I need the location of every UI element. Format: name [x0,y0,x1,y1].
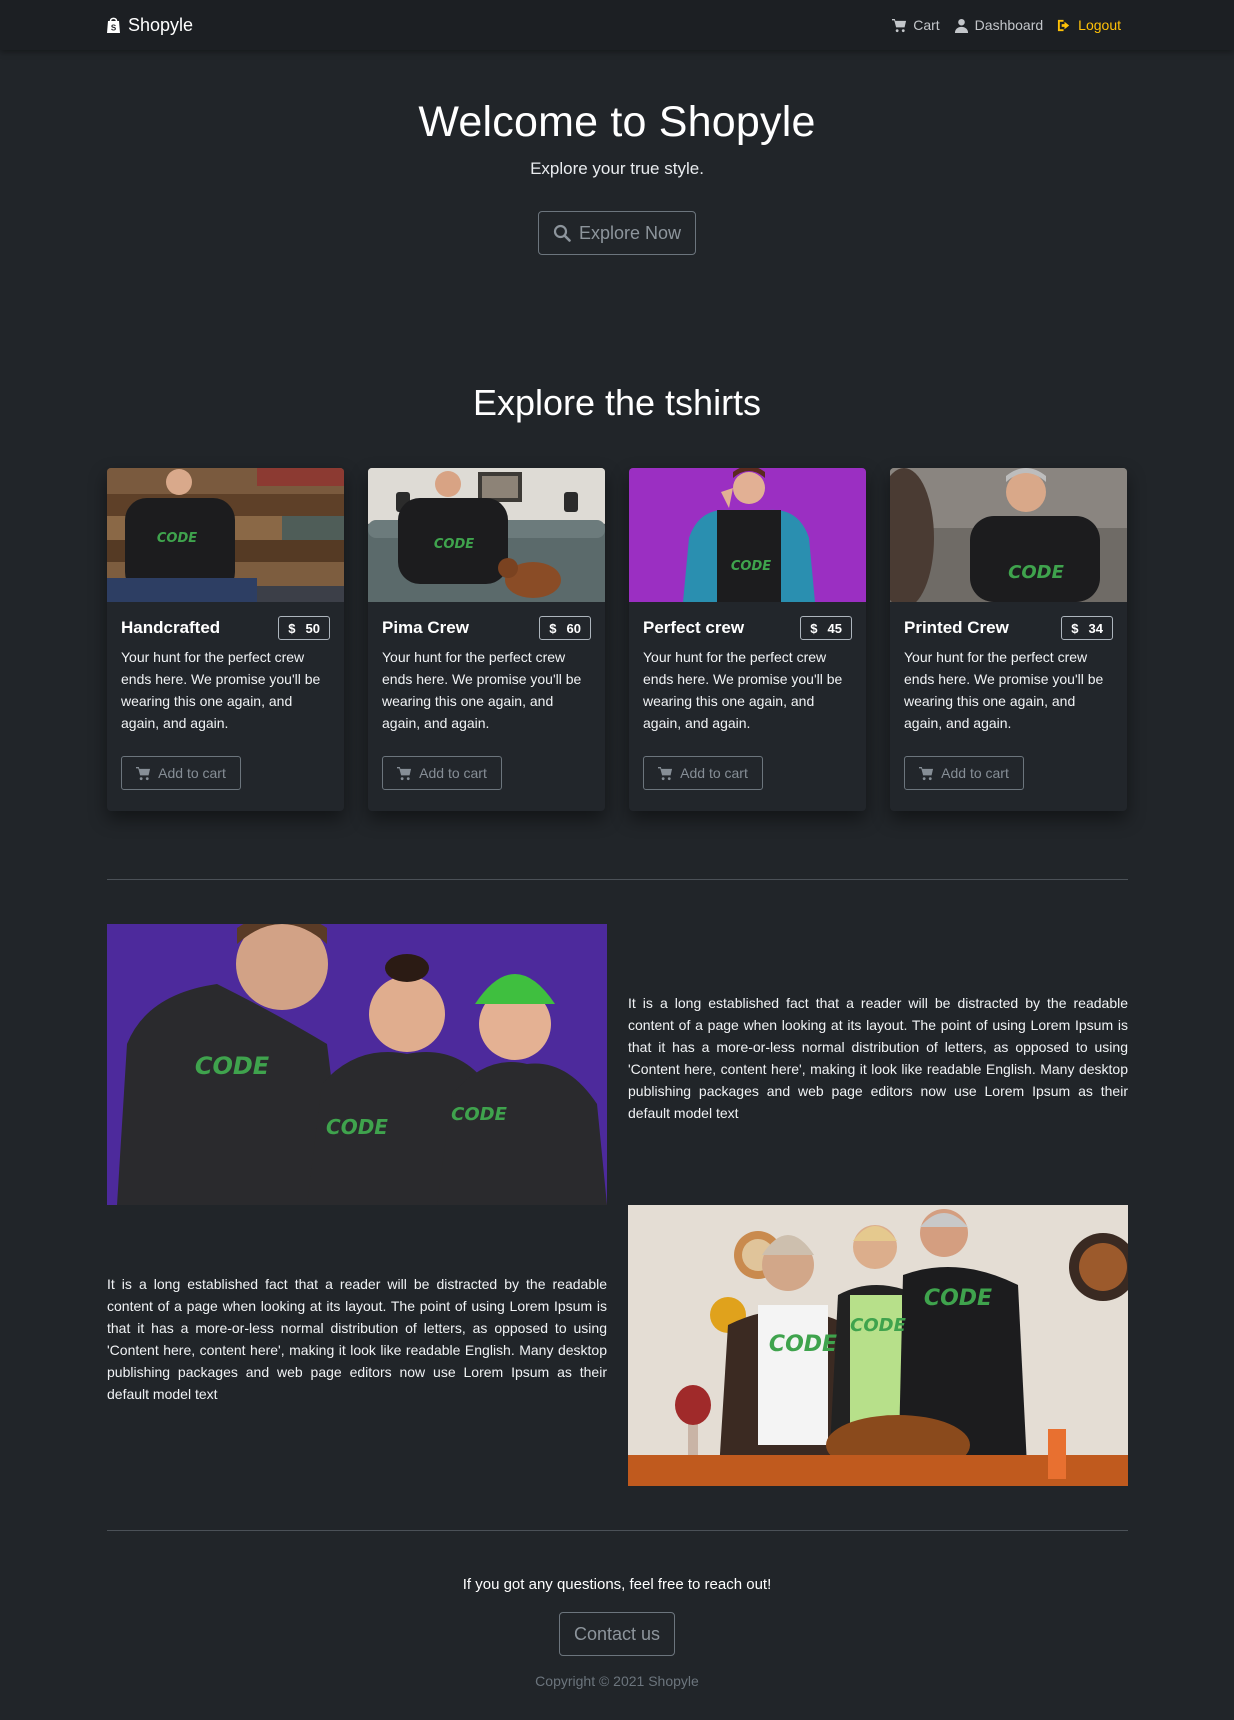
svg-text:CODE: CODE [1008,562,1064,583]
brand-link[interactable]: S Shopyle [106,14,193,36]
nav-dashboard-link[interactable]: Dashboard [954,17,1044,33]
price-currency: $ [549,620,557,636]
shopping-bag-icon: S [107,17,120,33]
add-to-cart-button[interactable]: Add to cart [382,756,502,790]
add-to-cart-label: Add to cart [419,765,487,781]
price-badge: $ 50 [278,616,330,640]
explore-now-label: Explore Now [578,222,682,243]
price-value: 45 [827,620,842,636]
products-section-title: Explore the tshirts [472,382,762,423]
hero-title: Welcome to Shopyle [418,98,816,146]
product-name: Handcrafted [121,618,221,637]
product-description: Your hunt for the perfect crew ends here… [643,649,843,731]
cart-icon [892,18,907,32]
product-description: Your hunt for the perfect crew ends here… [121,649,321,731]
nav-links: Cart Dashboard Logout [892,15,1121,35]
add-to-cart-button[interactable]: Add to cart [121,756,241,790]
product-card: CODE Pima Crew $ 60 Your hunt for the pe… [368,468,605,811]
divider [107,1530,1128,1531]
cart-icon [658,766,673,780]
cart-icon [919,766,934,780]
feature-image-hoodies: CODE CODE CODE [107,924,607,1205]
explore-now-button[interactable]: Explore Now [538,211,696,255]
svg-text:CODE: CODE [434,537,474,552]
svg-text:CODE: CODE [157,531,197,546]
svg-text:CODE: CODE [451,1104,507,1125]
feature-text-1: It is a long established fact that a rea… [628,995,1128,1121]
price-badge: $ 60 [539,616,591,640]
feature-image-family: CODE CODE CODE [628,1205,1128,1486]
cart-icon [136,766,151,780]
add-to-cart-button[interactable]: Add to cart [904,756,1024,790]
copyright-text: Copyright © 2021 Shopyle [535,1673,699,1689]
nav-cart-link[interactable]: Cart [892,17,940,33]
product-image: CODE [107,468,344,602]
hero-subtitle: Explore your true style. [530,159,704,178]
svg-text:CODE: CODE [731,559,771,574]
product-description: Your hunt for the perfect crew ends here… [904,649,1104,731]
add-to-cart-label: Add to cart [680,765,748,781]
svg-text:CODE: CODE [850,1315,906,1336]
search-icon [553,224,571,242]
product-image: CODE [368,468,605,602]
user-icon [954,18,968,33]
svg-text:CODE: CODE [769,1332,837,1357]
product-card: CODE Handcrafted $ 50 Your hunt for the … [107,468,344,811]
price-value: 50 [305,620,320,636]
price-badge: $ 34 [1061,616,1113,640]
product-name: Pima Crew [382,618,469,637]
price-value: 34 [1088,620,1103,636]
price-value: 60 [566,620,581,636]
add-to-cart-button[interactable]: Add to cart [643,756,763,790]
nav-logout-link[interactable]: Logout [1057,17,1121,33]
product-card: CODE Printed Crew $ 34 Your hunt for the… [890,468,1127,811]
product-name: Printed Crew [904,618,1009,637]
nav-logout-label: Logout [1078,17,1121,33]
navbar: S Shopyle Cart Dashboard Logout [0,0,1234,50]
svg-text:CODE: CODE [195,1052,270,1080]
product-name: Perfect crew [643,618,745,637]
logout-icon [1058,19,1070,31]
product-description: Your hunt for the perfect crew ends here… [382,649,582,731]
add-to-cart-label: Add to cart [158,765,226,781]
price-currency: $ [810,620,818,636]
price-badge: $ 45 [800,616,852,640]
product-image: CODE [890,468,1127,602]
footer-question: If you got any questions, feel free to r… [462,1576,772,1593]
product-image: CODE [629,468,866,602]
cart-icon [397,766,412,780]
svg-text:CODE: CODE [326,1115,388,1139]
price-currency: $ [1071,620,1079,636]
nav-dashboard-label: Dashboard [974,17,1044,33]
contact-us-button[interactable]: Contact us [559,1612,675,1656]
svg-text:CODE: CODE [924,1286,992,1311]
nav-cart-label: Cart [913,17,940,33]
feature-text-2: It is a long established fact that a rea… [107,1276,607,1402]
divider [107,879,1128,880]
brand-name: Shopyle [128,14,194,35]
add-to-cart-label: Add to cart [941,765,1009,781]
svg-text:S: S [111,24,117,33]
price-currency: $ [288,620,296,636]
product-card: CODE Perfect crew $ 45 Your hunt for the… [629,468,866,811]
